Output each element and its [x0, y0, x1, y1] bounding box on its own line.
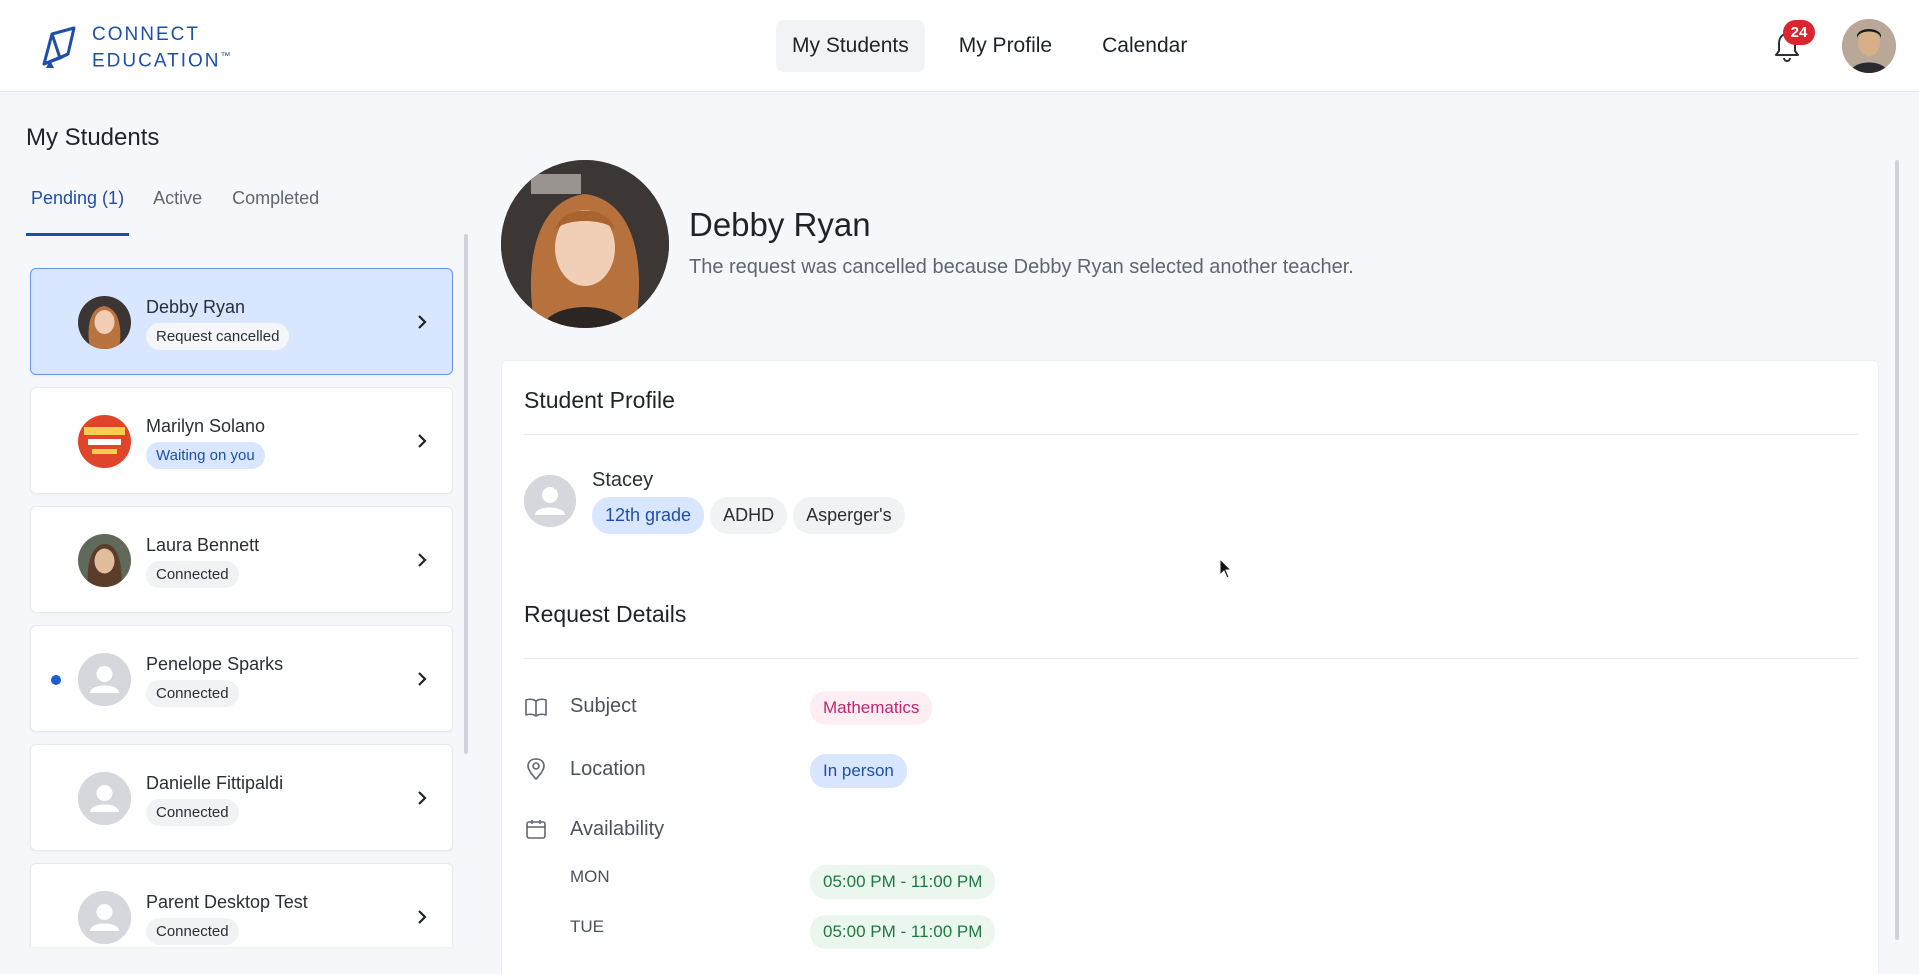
profile-student-name: Stacey	[592, 469, 654, 491]
location-label: Location	[570, 758, 646, 780]
profile-tag: ADHD	[710, 497, 788, 534]
profile-tags: 12th grade ADHD Asperger's	[592, 497, 905, 534]
tab-active[interactable]: Active	[147, 178, 208, 236]
subject-badge: Mathematics	[810, 691, 933, 725]
student-avatar	[78, 534, 131, 587]
status-badge: Request cancelled	[146, 323, 290, 350]
grade-tag: 12th grade	[592, 497, 705, 534]
detail-scrollbar[interactable]	[1895, 160, 1899, 940]
chevron-right-icon	[418, 434, 427, 448]
student-name: Penelope Sparks	[146, 654, 284, 674]
main-nav: My Students My Profile Calendar	[776, 20, 1203, 72]
student-profile-title: Student Profile	[524, 387, 675, 413]
student-list-item[interactable]: Marilyn Solano Waiting on you	[30, 387, 453, 494]
student-list-item[interactable]: Debby Ryan Request cancelled	[30, 268, 453, 375]
detail-student-name: Debby Ryan	[689, 206, 871, 243]
availability-time-badge: 05:00 PM - 11:00 PM	[810, 865, 996, 899]
student-avatar-placeholder	[78, 653, 131, 706]
chevron-right-icon	[418, 791, 427, 805]
user-avatar-image	[1842, 19, 1896, 73]
book-icon	[525, 698, 547, 717]
student-name: Debby Ryan	[146, 297, 246, 317]
person-icon	[524, 475, 576, 527]
person-icon	[78, 653, 131, 706]
student-detail-card: Student Profile Stacey 12th grade ADHD A…	[501, 360, 1879, 974]
availability-day: TUE	[570, 917, 604, 936]
logo-tm: ™	[220, 51, 231, 62]
status-badge: Connected	[146, 799, 239, 826]
student-list-item[interactable]: Parent Desktop Test Connected	[30, 863, 453, 947]
nav-my-students[interactable]: My Students	[776, 20, 925, 72]
logo-line-2: EDUCATION	[92, 50, 221, 72]
request-details-title: Request Details	[524, 601, 687, 627]
status-badge: Connected	[146, 918, 239, 945]
student-list-item[interactable]: Danielle Fittipaldi Connected	[30, 744, 453, 851]
student-name: Marilyn Solano	[146, 416, 266, 436]
student-name: Laura Bennett	[146, 535, 260, 555]
student-name: Danielle Fittipaldi	[146, 773, 284, 793]
mouse-cursor-icon	[1219, 558, 1233, 579]
student-avatar	[78, 296, 131, 349]
profile-avatar-placeholder	[524, 475, 576, 527]
chevron-right-icon	[418, 315, 427, 329]
status-badge: Connected	[146, 561, 239, 588]
subject-label: Subject	[570, 695, 637, 717]
chevron-right-icon	[418, 910, 427, 924]
detail-avatar	[501, 160, 669, 328]
availability-time-badge: 05:00 PM - 11:00 PM	[810, 915, 996, 949]
map-pin-icon	[527, 758, 545, 781]
student-avatar-placeholder	[78, 891, 131, 944]
unread-dot	[51, 675, 61, 685]
logo-mark-icon	[42, 26, 76, 69]
tab-completed[interactable]: Completed	[226, 178, 325, 236]
location-badge: In person	[810, 754, 907, 788]
logo-text: CONNECT EDUCATION™	[92, 24, 230, 72]
status-badge: Waiting on you	[146, 442, 265, 469]
user-avatar[interactable]	[1842, 19, 1896, 73]
calendar-icon	[526, 820, 546, 839]
logo-line-1: CONNECT	[92, 24, 200, 45]
top-header: CONNECT EDUCATION™ My Students My Profil…	[0, 0, 1919, 92]
connect-education-logo[interactable]: CONNECT EDUCATION™	[38, 24, 230, 72]
student-avatar	[78, 415, 131, 468]
profile-tag: Asperger's	[793, 497, 905, 534]
chevron-right-icon	[418, 553, 427, 567]
availability-day: MON	[570, 867, 610, 886]
person-icon	[78, 891, 131, 944]
student-list-scrollbar[interactable]	[464, 234, 468, 754]
student-list-item[interactable]: Laura Bennett Connected	[30, 506, 453, 613]
nav-calendar[interactable]: Calendar	[1086, 20, 1203, 72]
nav-my-profile[interactable]: My Profile	[943, 20, 1068, 72]
section-divider	[524, 658, 1858, 659]
student-name: Parent Desktop Test	[146, 892, 308, 912]
person-icon	[78, 772, 131, 825]
section-divider	[524, 434, 1858, 435]
request-status-message: The request was cancelled because Debby …	[689, 256, 1354, 278]
notification-count-badge[interactable]: 24	[1783, 20, 1815, 45]
student-avatar-placeholder	[78, 772, 131, 825]
status-badge: Connected	[146, 680, 239, 707]
student-list: Debby Ryan Request cancelled Marilyn Sol…	[30, 268, 455, 959]
student-status-tabs: Pending (1) Active Completed	[26, 178, 343, 236]
availability-label: Availability	[570, 818, 665, 840]
chevron-right-icon	[418, 672, 427, 686]
page-title: My Students	[26, 124, 160, 151]
student-list-item[interactable]: Penelope Sparks Connected	[30, 625, 453, 732]
tab-pending[interactable]: Pending (1)	[26, 178, 130, 236]
